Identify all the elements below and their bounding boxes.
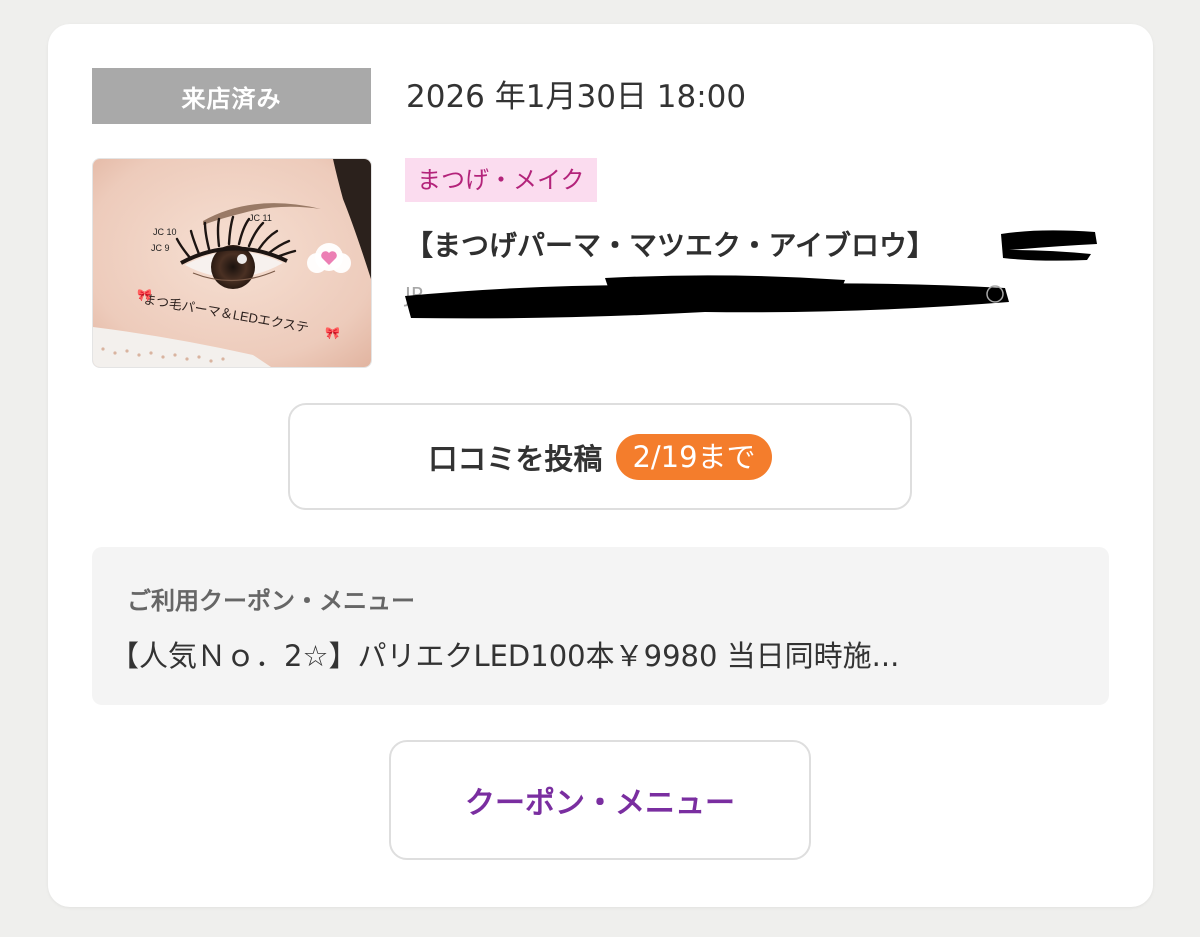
coupon-heading: ご利用クーポン・メニュー (127, 587, 415, 615)
thumb-label-jc11: JC 11 (249, 213, 272, 223)
salon-name[interactable]: 【まつげパーマ・マツエク・アイブロウ】 (405, 224, 935, 268)
category-tag: まつげ・メイク (405, 158, 597, 202)
reservation-card: 来店済み 2026 年1月30日 18:00 JC 10 JC 9 JC 11 … (48, 24, 1153, 907)
status-badge: 来店済み (92, 68, 371, 124)
thumb-label-jc10: JC 10 (153, 227, 177, 237)
thumb-label-jc9: JC 9 (151, 243, 170, 253)
coupon-menu-label: クーポン・メニュー (465, 786, 735, 821)
ribbon-icon: 🎀 (325, 326, 340, 340)
coupon-text: 【人気Ｎｏ．2☆】パリエクLED100本￥9980 当日同時施... (110, 639, 900, 673)
deadline-badge: 2/19まで (616, 433, 772, 480)
redaction-mark (1001, 230, 1097, 261)
ribbon-icon: 🎀 (137, 288, 152, 302)
visit-datetime: 2026 年1月30日 18:00 (406, 79, 747, 115)
coupon-menu-button[interactable]: クーポン・メニュー (389, 740, 811, 860)
redaction-mark (405, 275, 1009, 319)
post-review-label: 口コミを投稿 (428, 441, 603, 476)
salon-thumbnail[interactable]: JC 10 JC 9 JC 11 まつ毛パーマ＆LEDエクステ 🎀 🎀 (92, 158, 372, 368)
eyelash-photo: JC 10 JC 9 JC 11 まつ毛パーマ＆LEDエクステ 🎀 🎀 (93, 159, 371, 367)
coupon-summary: ご利用クーポン・メニュー 【人気Ｎｏ．2☆】パリエクLED100本￥9980 当… (92, 547, 1109, 705)
post-review-button[interactable]: 口コミを投稿 2/19まで (288, 403, 912, 510)
